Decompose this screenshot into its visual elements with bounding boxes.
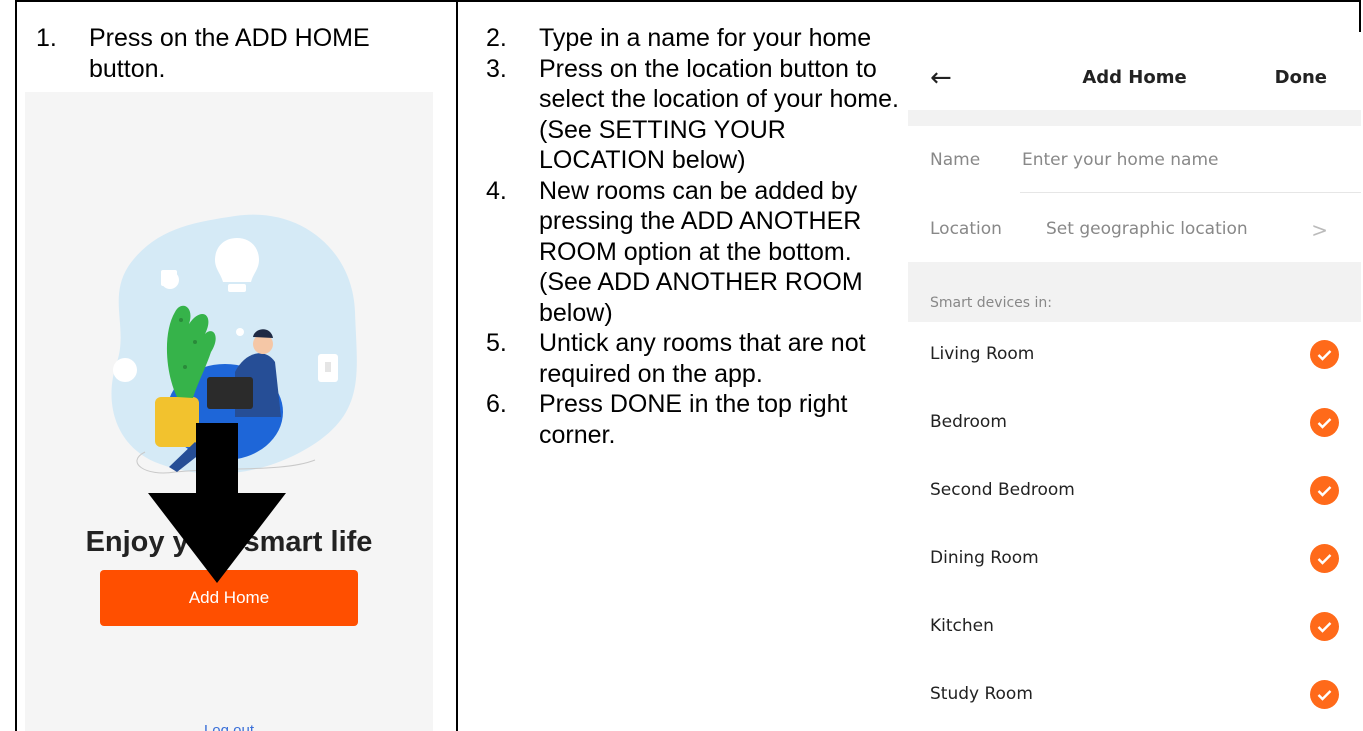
steps-left: 1. Press on the ADD HOME button. xyxy=(36,23,436,84)
room-row-bedroom[interactable]: Bedroom xyxy=(908,390,1361,458)
step-item: 5. Untick any rooms that are not required… xyxy=(486,328,906,389)
app-header: ← Add Home Done xyxy=(908,32,1361,122)
arrow-down-icon xyxy=(148,423,286,583)
step-number: 4. xyxy=(486,176,507,205)
name-label: Name xyxy=(930,150,981,170)
smart-devices-section-header: Smart devices in: xyxy=(908,262,1361,322)
checkmark-icon[interactable] xyxy=(1310,544,1339,573)
room-row-second-bedroom[interactable]: Second Bedroom xyxy=(908,458,1361,526)
chevron-right-icon: > xyxy=(1311,218,1328,242)
step-item: 3. Press on the location button to select… xyxy=(486,54,906,176)
location-label: Location xyxy=(930,219,1002,239)
step-item: 6. Press DONE in the top right corner. xyxy=(486,389,906,450)
checkmark-icon[interactable] xyxy=(1310,340,1339,369)
step-number: 1. xyxy=(36,24,57,52)
step-text: New rooms can be added by pressing the A… xyxy=(539,176,863,327)
room-name: Study Room xyxy=(930,684,1033,704)
room-row-living-room[interactable]: Living Room xyxy=(908,322,1361,390)
welcome-screen: Enjoy your smart life Add Home Log out xyxy=(25,92,433,731)
room-row-kitchen[interactable]: Kitchen xyxy=(908,594,1361,662)
step-item: 1. Press on the ADD HOME button. xyxy=(36,23,436,84)
room-name: Second Bedroom xyxy=(930,480,1075,500)
add-home-screen: ← Add Home Done Name Enter your home nam… xyxy=(908,32,1361,731)
room-name: Living Room xyxy=(930,344,1035,364)
location-selector[interactable]: Set geographic location xyxy=(1046,219,1248,239)
room-name: Kitchen xyxy=(930,616,994,636)
step-text: Press DONE in the top right corner. xyxy=(539,390,848,449)
field-divider xyxy=(1020,192,1361,193)
step-text: Untick any rooms that are not required o… xyxy=(539,329,866,388)
header-spacer xyxy=(908,110,1361,126)
home-name-input[interactable]: Enter your home name xyxy=(1022,150,1218,170)
section-label: Smart devices in: xyxy=(930,295,1053,311)
done-button[interactable]: Done xyxy=(1275,67,1327,88)
step-item: 4. New rooms can be added by pressing the… xyxy=(486,176,906,329)
step-item: 2. Type in a name for your home xyxy=(486,23,906,54)
step-number: 6. xyxy=(486,390,507,418)
checkmark-icon[interactable] xyxy=(1310,408,1339,437)
room-row-study-room[interactable]: Study Room xyxy=(908,662,1361,730)
step-number: 3. xyxy=(486,54,507,83)
step-number: 5. xyxy=(486,329,507,357)
step-text: Press on the ADD HOME button. xyxy=(89,24,370,83)
room-name: Dining Room xyxy=(930,548,1039,568)
step-text: Press on the location button to select t… xyxy=(539,54,899,175)
room-name: Bedroom xyxy=(930,412,1007,432)
step-number: 2. xyxy=(486,24,507,52)
room-row-dining-room[interactable]: Dining Room xyxy=(908,526,1361,594)
column-divider xyxy=(456,0,458,731)
step-text: Type in a name for your home xyxy=(539,24,872,52)
steps-right: 2. Type in a name for your home 3. Press o… xyxy=(486,23,906,450)
checkmark-icon[interactable] xyxy=(1310,476,1339,505)
logout-link[interactable]: Log out xyxy=(25,722,433,731)
checkmark-icon[interactable] xyxy=(1310,680,1339,709)
checkmark-icon[interactable] xyxy=(1310,612,1339,641)
